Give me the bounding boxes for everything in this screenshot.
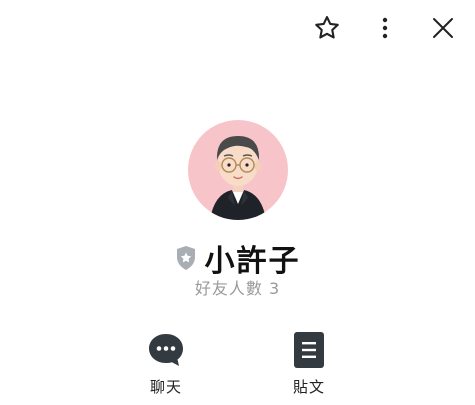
avatar[interactable]: [188, 120, 288, 220]
favorite-button[interactable]: [311, 12, 343, 44]
document-icon: [289, 330, 329, 370]
friends-count: 好友人數 3: [194, 279, 281, 298]
close-icon: [433, 18, 453, 38]
top-toolbar: [311, 12, 459, 44]
chat-button[interactable]: 聊天: [126, 330, 206, 397]
avatar-image: [188, 120, 288, 220]
posts-button[interactable]: 貼文: [269, 330, 349, 397]
name-row: 小許子: [0, 236, 475, 280]
star-outline-icon: [315, 15, 339, 39]
chat-label: 聊天: [149, 378, 182, 396]
more-options-button[interactable]: [369, 12, 401, 44]
chat-bubble-icon: [146, 330, 186, 370]
more-vertical-icon: [382, 17, 388, 39]
close-button[interactable]: [427, 12, 459, 44]
profile-page: 小許子 好友人數 3 聊天 貼文: [0, 0, 475, 405]
posts-label: 貼文: [292, 378, 325, 396]
profile-name: 小許子: [204, 244, 301, 279]
shield-star-icon: [175, 245, 197, 271]
action-bar: 聊天 貼文: [0, 330, 475, 400]
